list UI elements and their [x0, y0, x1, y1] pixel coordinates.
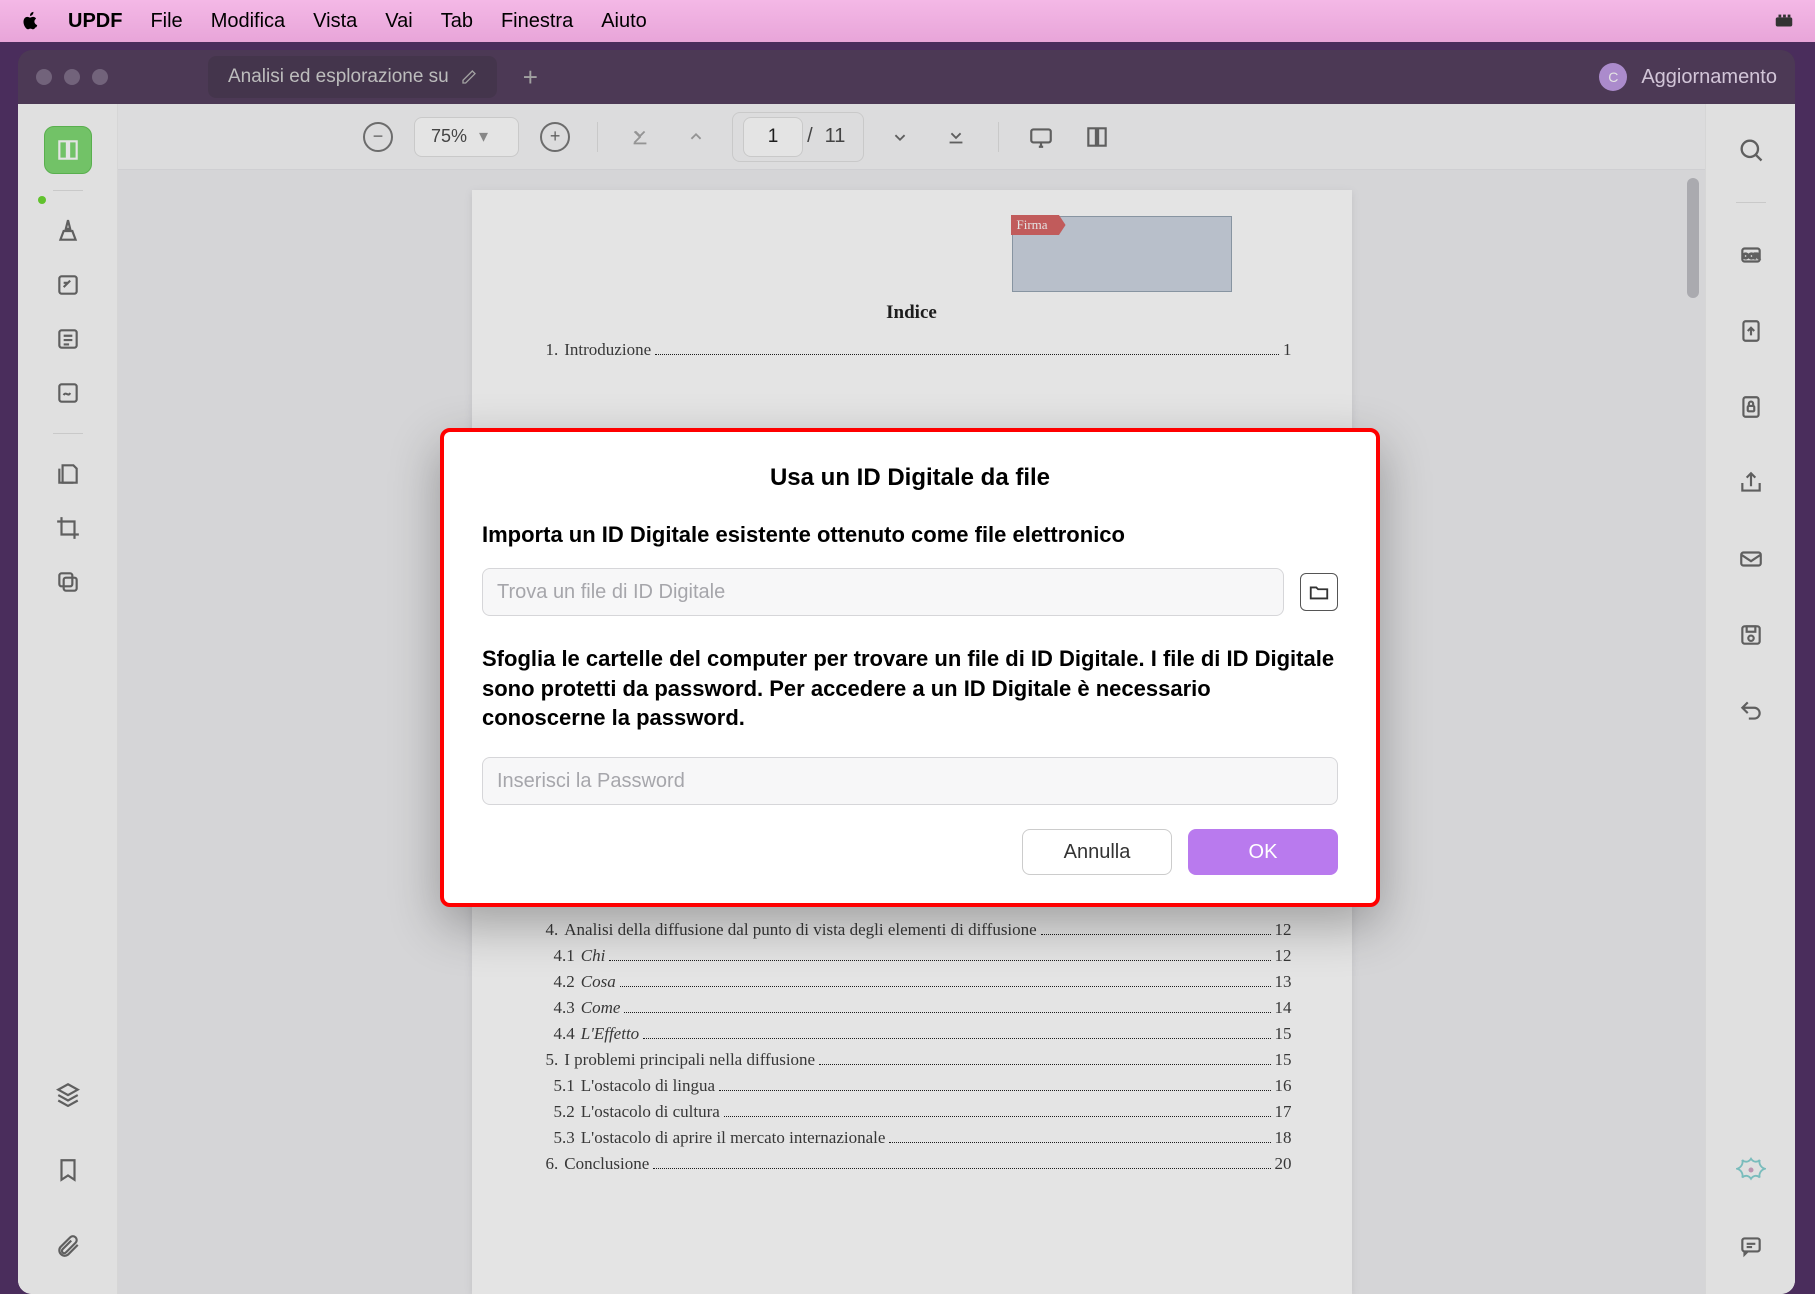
- app-window: Analisi ed esplorazione su + C Aggiornam…: [18, 50, 1795, 1294]
- menu-vista[interactable]: Vista: [313, 10, 357, 33]
- dialog-body: Sfoglia le cartelle del computer per tro…: [482, 644, 1338, 733]
- macos-menubar: UPDF File Modifica Vista Vai Tab Finestr…: [0, 0, 1815, 42]
- digital-id-dialog: Usa un ID Digitale da file Importa un ID…: [440, 428, 1380, 907]
- menu-vai[interactable]: Vai: [385, 10, 412, 33]
- dialog-title: Usa un ID Digitale da file: [482, 464, 1338, 492]
- cancel-button[interactable]: Annulla: [1022, 829, 1172, 875]
- ok-button[interactable]: OK: [1188, 829, 1338, 875]
- menu-file[interactable]: File: [150, 10, 182, 33]
- menu-tab[interactable]: Tab: [441, 10, 473, 33]
- menu-modifica[interactable]: Modifica: [211, 10, 285, 33]
- menu-finestra[interactable]: Finestra: [501, 10, 573, 33]
- modal-overlay: Usa un ID Digitale da file Importa un ID…: [18, 50, 1795, 1294]
- menubar-extra-icon[interactable]: [1773, 10, 1795, 32]
- dialog-subtitle: Importa un ID Digitale esistente ottenut…: [482, 522, 1338, 548]
- menu-aiuto[interactable]: Aiuto: [601, 10, 647, 33]
- digital-id-file-input[interactable]: [482, 568, 1284, 616]
- password-input[interactable]: [482, 757, 1338, 805]
- menubar-app-name: UPDF: [68, 10, 122, 33]
- apple-logo-icon[interactable]: [20, 11, 40, 31]
- browse-folder-button[interactable]: [1300, 573, 1338, 611]
